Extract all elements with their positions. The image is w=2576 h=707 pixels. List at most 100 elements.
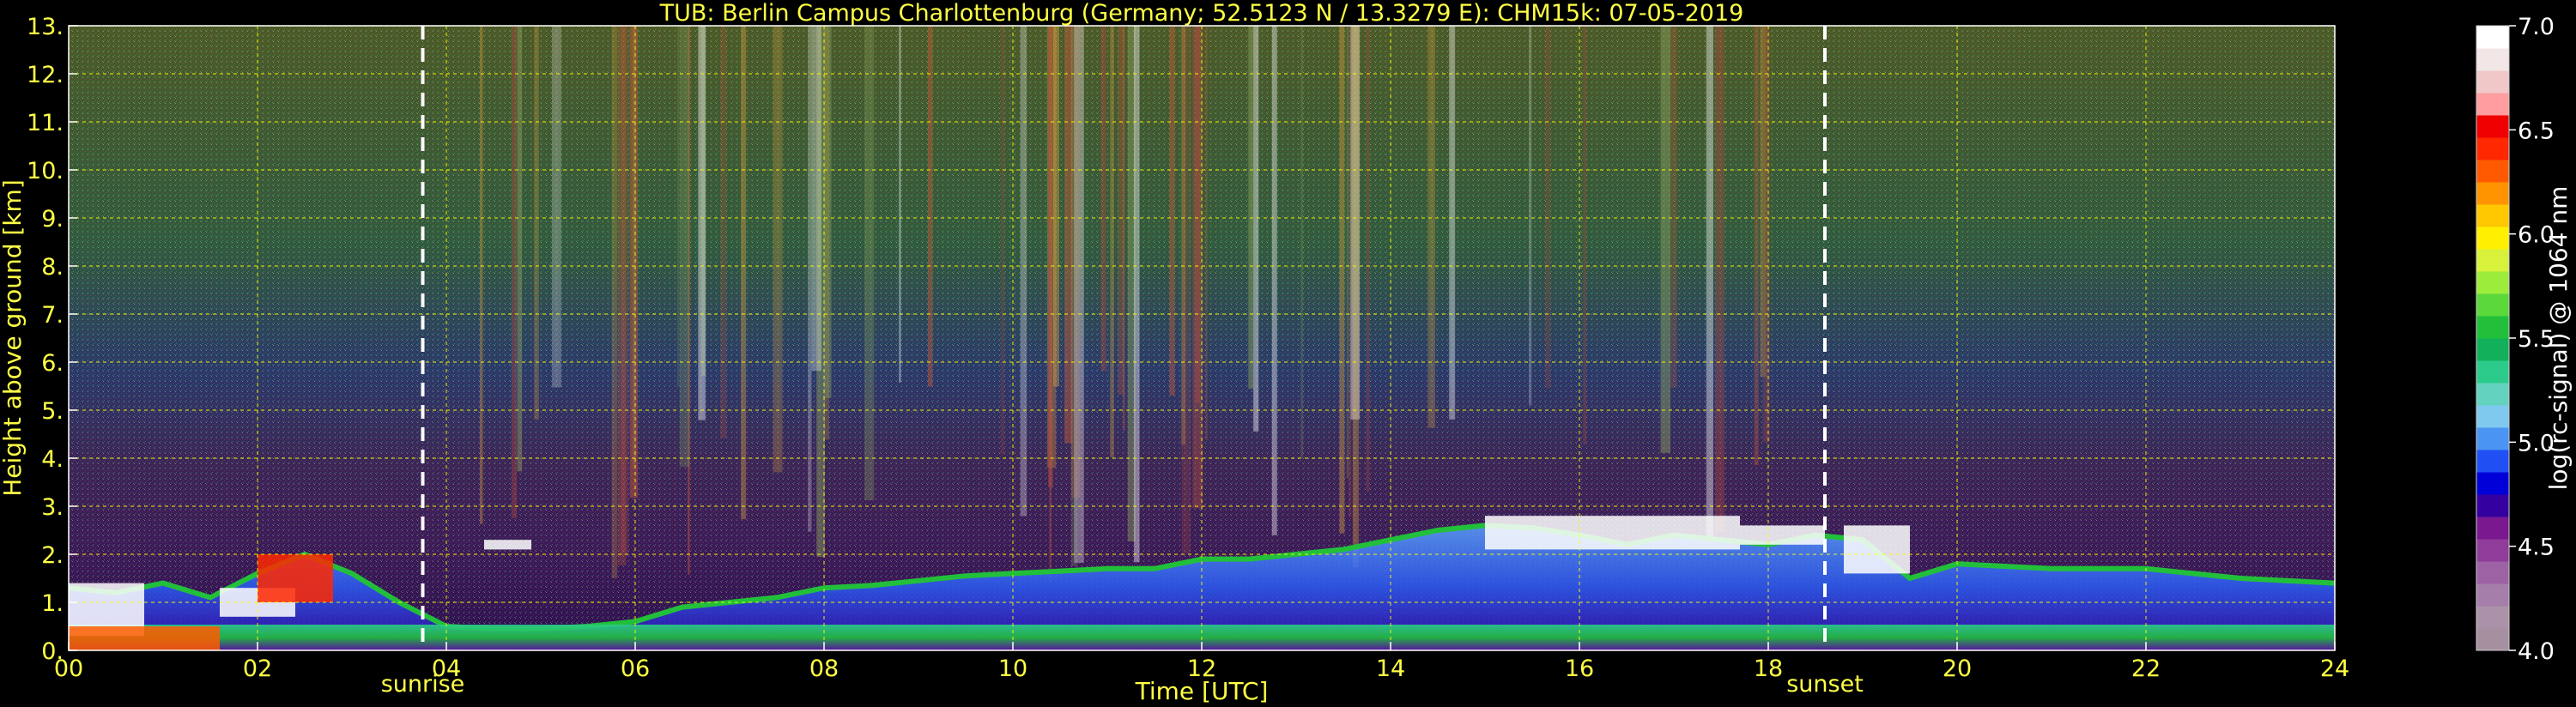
colorbar-segment (2476, 316, 2509, 339)
colorbar (2476, 26, 2509, 651)
colorbar-segment (2476, 293, 2509, 317)
x-tick-label: 02 (243, 656, 272, 682)
cloud-block (69, 626, 220, 650)
noise-streak (811, 26, 821, 372)
noise-streak (773, 26, 783, 473)
colorbar-tick-label: 7.0 (2518, 14, 2555, 40)
x-tick-label: 18 (1754, 656, 1783, 682)
y-tick-label: 0. (41, 638, 64, 665)
noise-streak (620, 26, 629, 556)
colorbar-segment (2476, 271, 2509, 294)
y-tick-label: 6. (41, 350, 64, 377)
noise-streak (512, 26, 518, 518)
noise-streak (1449, 26, 1456, 420)
y-tick-label: 13. (27, 14, 64, 40)
colorbar-segment (2476, 204, 2509, 227)
colorbar-segment (2476, 628, 2509, 651)
noise-streak (1300, 26, 1304, 458)
colorbar-segment (2476, 48, 2509, 71)
cloud-block (484, 540, 531, 550)
noise-streak (1339, 26, 1345, 534)
y-tick-label: 9. (41, 206, 64, 233)
y-axis-label: Height above ground [km] (0, 179, 27, 497)
colorbar-segment (2476, 227, 2509, 250)
colorbar-segment (2476, 583, 2509, 607)
colorbar-segment (2476, 606, 2509, 629)
noise-streak (1070, 26, 1078, 566)
noise-streak (1169, 26, 1175, 396)
colorbar-label: log(rc-signal) @ 1064 nm (2544, 186, 2573, 491)
noise-streak (1366, 26, 1370, 492)
colorbar-segment (2476, 115, 2509, 138)
noise-streak (534, 26, 539, 420)
cloud-block (1844, 525, 1910, 574)
cloud-block (1485, 516, 1740, 550)
x-tick-label: 24 (2320, 656, 2349, 682)
cloud-block (1740, 525, 1825, 545)
noise-streak (698, 26, 706, 420)
noise-streak (1660, 26, 1671, 453)
colorbar-segment (2476, 137, 2509, 160)
colorbar-segment (2476, 182, 2509, 205)
noise-streak (1049, 26, 1052, 583)
colorbar-segment (2476, 383, 2509, 406)
noise-streak (1134, 26, 1140, 563)
noise-streak (741, 26, 747, 520)
x-tick-label: 08 (809, 656, 839, 682)
colorbar-segment (2476, 472, 2509, 495)
noise-streak (1100, 26, 1106, 372)
noise-streak (927, 26, 933, 387)
noise-streak (1715, 26, 1724, 533)
colorbar-segment (2476, 360, 2509, 384)
noise-streak (1528, 26, 1532, 406)
y-tick-label: 3. (41, 494, 64, 521)
noise-streak (1248, 26, 1254, 390)
chart-title: TUB: Berlin Campus Charlottenburg (Germa… (659, 0, 1744, 27)
sunset-label: sunset (1786, 671, 1864, 698)
x-axis-label: Time [UTC] (1135, 677, 1269, 705)
noise-streak (629, 26, 639, 499)
noise-streak (679, 26, 690, 467)
y-tick-label: 5. (41, 398, 64, 425)
noise-streak (1583, 26, 1587, 445)
plot-area (69, 26, 2335, 650)
noise-streak (1427, 26, 1435, 428)
noise-streak (720, 26, 727, 438)
colorbar-segment (2476, 450, 2509, 473)
noise-streak (1020, 26, 1027, 517)
x-tick-label: 10 (998, 656, 1027, 682)
noise-streak (824, 26, 832, 398)
ceilometer-chart: 00 02 04 06 08 10 12 14 16 18 20 22 24sunrise sunset … (0, 0, 2573, 705)
colorbar-segment (2476, 561, 2509, 584)
x-tick-label: 22 (2131, 656, 2161, 682)
y-tick-label: 1. (41, 590, 64, 617)
noise-streak (611, 26, 618, 578)
noise-streak (1762, 26, 1770, 443)
noise-streak (552, 26, 561, 388)
y-tick-label: 4. (41, 446, 64, 473)
noise-streak (1253, 26, 1259, 432)
colorbar-segment (2476, 494, 2509, 517)
noise-streak (899, 26, 901, 383)
colorbar-tick-label: 4.5 (2518, 535, 2555, 561)
colorbar-tick-label: 4.0 (2518, 638, 2555, 665)
noise-streak (864, 26, 875, 501)
colorbar-segment (2476, 70, 2509, 94)
colorbar-segment (2476, 539, 2509, 562)
noise-streak (517, 26, 523, 472)
colorbar-segment (2476, 249, 2509, 272)
colorbar-segment (2476, 338, 2509, 361)
x-tick-label: 14 (1376, 656, 1405, 682)
y-tick-label: 10. (27, 158, 64, 184)
cloud-block (258, 554, 333, 602)
noise-streak (1754, 26, 1759, 466)
y-tick-label: 8. (41, 254, 64, 281)
colorbar-segment (2476, 93, 2509, 116)
x-tick-label: 16 (1565, 656, 1594, 682)
y-tick-label: 11. (27, 110, 64, 136)
noise-streak (479, 26, 483, 524)
colorbar-segment (2476, 26, 2509, 49)
colorbar-segment (2476, 405, 2509, 428)
noise-streak (1205, 26, 1208, 440)
noise-streak (1110, 26, 1114, 457)
